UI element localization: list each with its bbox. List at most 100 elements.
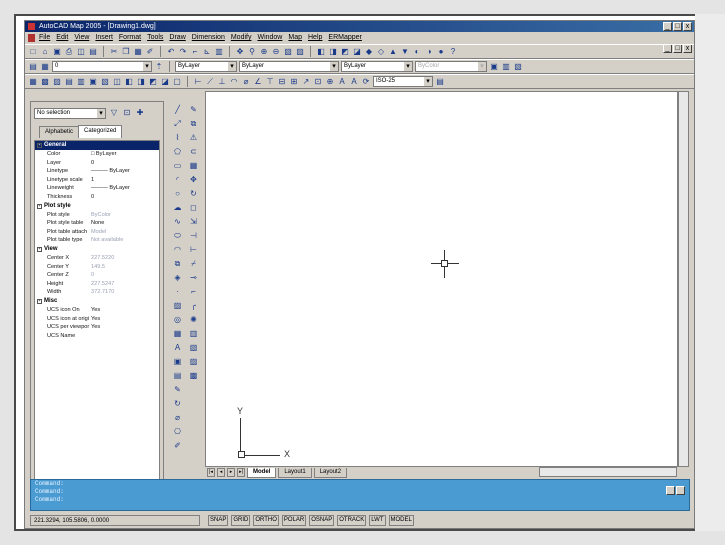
designcenter-icon[interactable]: ▨ [295, 47, 305, 57]
region-icon[interactable]: ◎ [172, 314, 183, 325]
menu-dimension[interactable]: Dimension [192, 32, 225, 44]
save-icon[interactable]: ▣ [52, 47, 62, 57]
linetype-combo[interactable]: ByLayer [239, 61, 339, 72]
horizontal-scrollbar[interactable] [539, 467, 677, 477]
extra-tool-3-icon[interactable]: ✎ [172, 384, 183, 395]
layer-tool-3-icon[interactable]: ▧ [513, 62, 523, 72]
category-plot-style[interactable]: - Plot style [35, 202, 159, 211]
properties-icon[interactable]: ▧ [283, 47, 293, 57]
collapse-icon[interactable]: - [37, 203, 42, 209]
ortho-toggle[interactable]: ORTHO [253, 515, 279, 526]
property-row[interactable]: Width 372.7170 [35, 288, 159, 297]
leader-icon[interactable]: ↗ [301, 77, 311, 87]
zoom-realtime-icon[interactable]: ⚲ [247, 47, 257, 57]
break-icon[interactable]: ⌿ [188, 258, 199, 269]
property-row[interactable]: Plot style table None [35, 219, 159, 228]
open-icon[interactable]: ⌂ [40, 47, 50, 57]
extra-tool-1-icon[interactable]: ▣ [172, 356, 183, 367]
make-current-icon[interactable]: ⇡ [154, 62, 164, 72]
dim-continue-icon[interactable]: ⊞ [289, 77, 299, 87]
dimstyle-combo[interactable]: ISO-25 [373, 76, 433, 87]
help-icon[interactable]: ? [448, 47, 458, 57]
spline-icon[interactable]: ∿ [172, 216, 183, 227]
extra-tool-4-icon[interactable]: ↻ [172, 398, 183, 409]
close-button[interactable]: x [683, 22, 692, 31]
command-window[interactable]: Command: Command: Command: [30, 479, 690, 511]
ellipse-arc-icon[interactable]: ◠ [172, 244, 183, 255]
category-misc[interactable]: - Misc [35, 297, 159, 306]
dim-update-icon[interactable]: ⟳ [361, 77, 371, 87]
tool-l-icon[interactable]: ◪ [160, 77, 170, 87]
dim-style-icon[interactable]: ▤ [435, 77, 445, 87]
paste-icon[interactable]: ▦ [133, 47, 143, 57]
cut-icon[interactable]: ✂ [109, 47, 119, 57]
dim-baseline-icon[interactable]: ⊟ [277, 77, 287, 87]
tool-d-icon[interactable]: ▤ [64, 77, 74, 87]
hyperlink-icon[interactable]: ⌐ [190, 47, 200, 57]
map-tool-4-icon[interactable]: ◪ [352, 47, 362, 57]
trim-icon[interactable]: ⊣ [188, 230, 199, 241]
menu-draw[interactable]: Draw [169, 32, 185, 44]
matchprop-icon[interactable]: ✐ [145, 47, 155, 57]
tool-k-icon[interactable]: ◩ [148, 77, 158, 87]
tab-layout1[interactable]: Layout1 [278, 467, 312, 478]
map-tool-7-icon[interactable]: ▲ [388, 47, 398, 57]
circle-icon[interactable]: ○ [172, 188, 183, 199]
scroll-down-button[interactable] [676, 486, 685, 495]
lwt-toggle[interactable]: LWT [369, 515, 386, 526]
move-icon[interactable]: ✥ [188, 174, 199, 185]
tool-h-icon[interactable]: ◫ [112, 77, 122, 87]
model-toggle[interactable]: MODEL [388, 515, 414, 526]
menu-modify[interactable]: Modify [231, 32, 252, 44]
rectangle-icon[interactable]: ▭ [172, 160, 183, 171]
dim-ordinate-icon[interactable]: ⊥ [217, 77, 227, 87]
revcloud-icon[interactable]: ☁ [172, 202, 183, 213]
color-combo[interactable]: ByLayer [175, 61, 237, 72]
snap-toggle[interactable]: SNAP [208, 515, 229, 526]
tab-categorized[interactable]: Categorized [78, 125, 123, 138]
quick-select-icon[interactable]: ▽ [109, 108, 119, 118]
undo-icon[interactable]: ↶ [166, 47, 176, 57]
collapse-icon[interactable]: - [37, 143, 42, 148]
array-icon[interactable]: ▦ [188, 160, 199, 171]
menu-tools[interactable]: Tools [147, 32, 163, 44]
plotstyle-combo[interactable]: ByColor [415, 61, 487, 72]
preview-icon[interactable]: ◫ [76, 47, 86, 57]
coordinate-readout[interactable]: 221.3294, 105.5806, 0.0000 [30, 515, 200, 526]
zoom-window-icon[interactable]: ⊕ [259, 47, 269, 57]
osnap-toggle[interactable]: OSNAP [309, 515, 335, 526]
extend-icon[interactable]: ⊢ [188, 244, 199, 255]
property-row[interactable]: Layer 0 [35, 159, 159, 168]
dim-radius-icon[interactable]: ◠ [229, 77, 239, 87]
otrack-toggle[interactable]: OTRACK [337, 515, 367, 526]
dim-aligned-icon[interactable]: ⟋ [205, 77, 215, 87]
tool-m-icon[interactable]: ▢ [172, 77, 182, 87]
hatch-icon[interactable]: ▨ [172, 300, 183, 311]
center-mark-icon[interactable]: ⊕ [325, 77, 335, 87]
modify-extra-1-icon[interactable]: ▥ [188, 328, 199, 339]
property-row[interactable]: Plot style ByColor [35, 211, 159, 220]
ucs-icon[interactable]: ⊾ [202, 47, 212, 57]
polygon-icon[interactable]: ⬠ [172, 146, 183, 157]
first-layout-button[interactable]: |◂ [207, 468, 215, 477]
selection-combo[interactable]: No selection [34, 107, 106, 119]
property-row[interactable]: Thickness 0 [35, 193, 159, 202]
property-row[interactable]: Lineweight ——— ByLayer [35, 184, 159, 193]
offset-icon[interactable]: ⊂ [188, 146, 199, 157]
extra-tool-6-icon[interactable]: ⎔ [172, 426, 183, 437]
property-row[interactable]: Color □ ByLayer [35, 150, 159, 159]
category-view[interactable]: - View [35, 245, 159, 254]
table-icon[interactable]: ▦ [172, 328, 183, 339]
ellipse-icon[interactable]: ⬭ [172, 230, 183, 241]
map-tool-10-icon[interactable]: ◑ [424, 47, 434, 57]
line-icon[interactable]: ╱ [172, 104, 183, 115]
property-row[interactable]: Plot table type Not available [35, 236, 159, 245]
layer-combo[interactable]: 0 [52, 61, 152, 72]
menu-insert[interactable]: Insert [95, 32, 113, 44]
vertical-scrollbar[interactable] [678, 91, 689, 467]
dim-linear-icon[interactable]: ⊢ [193, 77, 203, 87]
chamfer-icon[interactable]: ⌐ [188, 286, 199, 297]
stretch-icon[interactable]: ⇲ [188, 216, 199, 227]
insert-block-icon[interactable]: ⧉ [172, 258, 183, 269]
menu-file[interactable]: File [39, 32, 50, 44]
